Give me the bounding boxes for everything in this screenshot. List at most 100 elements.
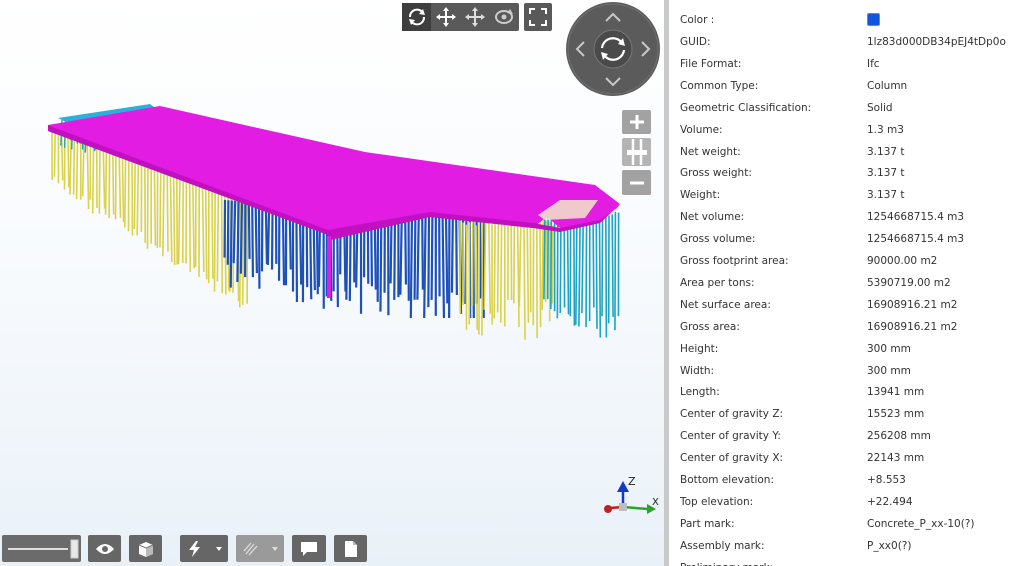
property-value: 3.137 t: [867, 145, 905, 158]
column-line: [539, 219, 542, 328]
fullscreen-button[interactable]: [524, 3, 552, 31]
comment-button[interactable]: [292, 535, 326, 562]
eye-icon: [95, 543, 114, 554]
column-line: [67, 133, 70, 188]
zoom-out-button[interactable]: [622, 170, 651, 195]
property-value: +8.553: [867, 474, 906, 486]
navigation-wheel[interactable]: [565, 2, 661, 98]
column-line: [229, 200, 233, 288]
property-row: Center of gravity Z: 15523 mm: [669, 403, 1024, 425]
column-line: [601, 216, 604, 317]
property-row: Gross weight: 3.137 t: [669, 162, 1024, 184]
column-line: [264, 203, 269, 265]
property-label: Center of gravity X:: [680, 452, 784, 465]
property-value: 90000.00 m2: [867, 255, 938, 267]
opacity-slider[interactable]: [2, 535, 81, 562]
3d-viewport[interactable]: Z X: [0, 0, 664, 566]
property-value: P_xx0(?): [867, 539, 912, 552]
property-row: Weight: 3.137 t: [669, 184, 1024, 206]
property-label: Part mark:: [680, 517, 735, 530]
column-line: [441, 217, 446, 319]
column-line: [153, 165, 157, 246]
column-line: [192, 180, 195, 269]
property-row: Preliminary mark:: [669, 557, 1024, 566]
column-line: [543, 205, 546, 300]
zoom-in-button[interactable]: [622, 110, 651, 134]
column-line: [169, 171, 173, 262]
property-row: Gross volume: 1254668715.4 m3: [669, 228, 1024, 250]
property-value: 16908916.21 m2: [867, 298, 958, 311]
property-label: Center of gravity Y:: [680, 430, 781, 443]
column-line: [513, 218, 516, 304]
property-row: Bottom elevation: +8.553: [669, 469, 1024, 491]
column-line: [53, 129, 56, 177]
property-value: 16908916.21 m2: [867, 320, 958, 333]
column-line: [578, 210, 581, 327]
property-row: Center of gravity X: 22143 mm: [669, 447, 1024, 469]
property-row: Common Type: Column: [669, 75, 1024, 97]
column-line: [455, 218, 458, 296]
column-line: [496, 221, 500, 313]
property-row: Area per tons: 5390719.00 m2: [669, 272, 1024, 294]
document-button[interactable]: [334, 535, 367, 562]
column-line: [104, 148, 108, 215]
column-line: [595, 210, 598, 329]
lightning-dropdown-button[interactable]: [180, 535, 228, 562]
property-label: Gross weight:: [680, 167, 752, 180]
property-label: Weight:: [680, 189, 721, 202]
property-label: File Format:: [680, 57, 742, 70]
orbit-icon[interactable]: [489, 3, 519, 31]
column-line: [518, 224, 522, 307]
property-value: 300 mm: [867, 364, 911, 377]
property-row: Net weight: 3.137 t: [669, 141, 1024, 163]
property-label: Net volume:: [680, 211, 745, 224]
comment-icon: [301, 541, 317, 556]
view-toolbar: [402, 3, 519, 31]
properties-panel: Color : GUID: 1lz83d000DB34pEJ4tDp0o File …: [669, 0, 1024, 566]
visibility-button[interactable]: [88, 535, 121, 562]
column-line: [544, 220, 548, 303]
plus-icon: [629, 115, 644, 129]
column-line: [118, 152, 122, 218]
column-line: [177, 175, 181, 264]
column-line: [399, 214, 403, 295]
property-value: 22143 mm: [867, 452, 925, 465]
column-line: [204, 184, 208, 280]
column-line: [236, 201, 240, 283]
move-icon[interactable]: [460, 3, 489, 31]
pan-icon[interactable]: [431, 3, 460, 31]
property-label: Gross area:: [680, 320, 740, 333]
property-label: Geometric Classification:: [680, 101, 812, 114]
zoom-slider[interactable]: [622, 138, 651, 166]
column-line: [69, 135, 72, 195]
property-value: 15523 mm: [867, 408, 925, 421]
hatch-dropdown-button[interactable]: [236, 535, 284, 562]
column-line: [430, 216, 434, 300]
property-value: 1254668715.4 m3: [867, 233, 965, 246]
section-box-button[interactable]: [129, 535, 162, 562]
color-swatch: [867, 13, 880, 26]
column-line: [108, 149, 111, 219]
slider-icon: [8, 539, 79, 558]
property-value: 13941 mm: [867, 386, 925, 399]
column-line: [541, 218, 544, 310]
property-row: Net surface area: 16908916.21 m2: [669, 294, 1024, 316]
column-line: [172, 172, 176, 266]
column-line: [604, 209, 608, 338]
rotate-icon[interactable]: [402, 3, 431, 31]
column-line: [478, 220, 482, 299]
axis-gizmo: Z X: [604, 475, 659, 514]
property-label: Length:: [680, 386, 720, 399]
magenta-column: [327, 236, 331, 298]
slider-icon: [626, 139, 647, 165]
property-value: Column: [867, 79, 908, 92]
column-line: [416, 215, 420, 300]
property-row: Gross area: 16908916.21 m2: [669, 316, 1024, 338]
column-line: [162, 169, 165, 257]
column-line: [136, 159, 140, 236]
column-line: [211, 187, 214, 279]
column-line: [216, 189, 220, 282]
property-row-color: Color :: [669, 9, 1024, 31]
property-value: 3.137 t: [867, 167, 905, 180]
column-line: [86, 141, 90, 210]
